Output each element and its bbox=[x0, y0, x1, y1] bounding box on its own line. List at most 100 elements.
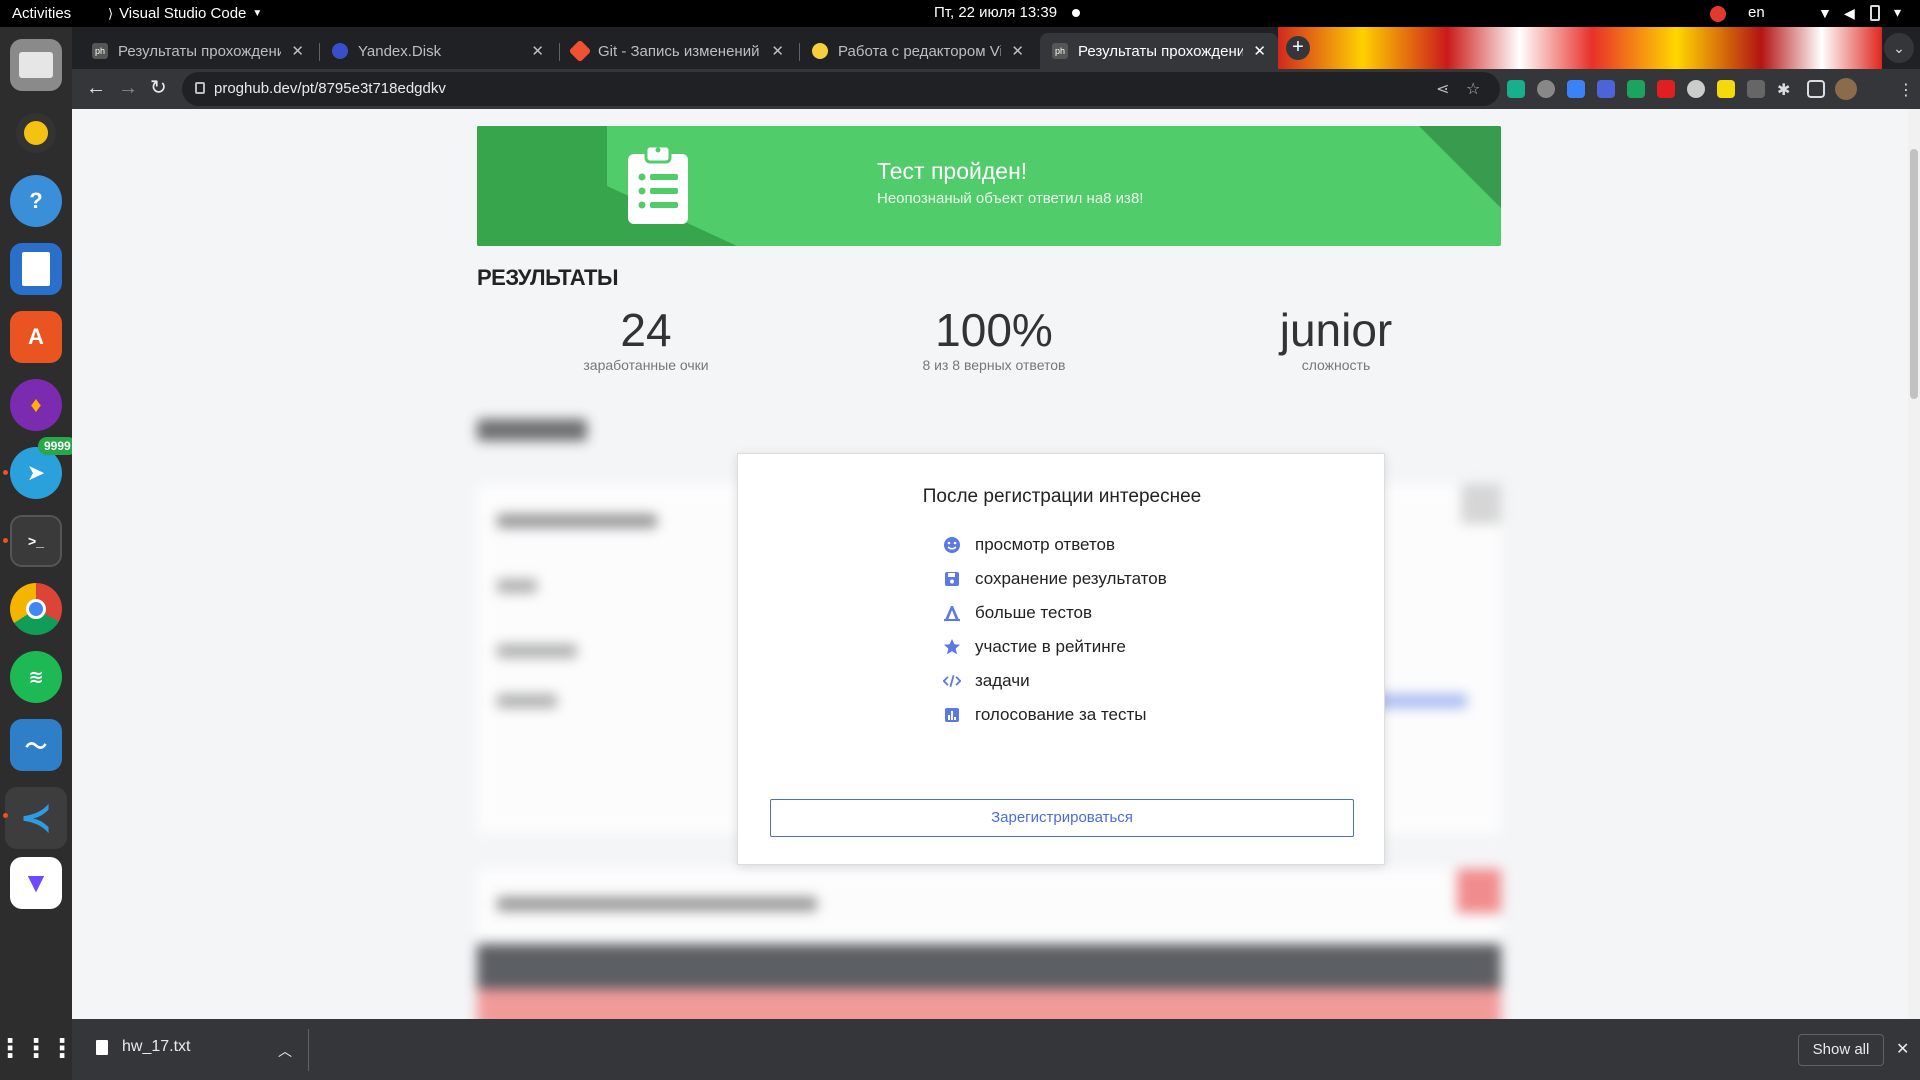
close-tab-icon[interactable]: ✕ bbox=[1253, 42, 1266, 60]
extension-yellow-icon[interactable] bbox=[1717, 80, 1735, 98]
browser-menu-icon[interactable]: ⋮ bbox=[1898, 80, 1916, 99]
show-all-button[interactable]: Show all bbox=[1798, 1034, 1884, 1066]
close-icon[interactable]: ✕ bbox=[1896, 1039, 1909, 1059]
feature-item: просмотр ответов bbox=[943, 535, 1115, 555]
feature-item: участие в рейтинге bbox=[943, 637, 1126, 657]
chevron-up-icon[interactable]: ︿ bbox=[278, 1041, 292, 1061]
register-button[interactable]: Зарегистрироваться bbox=[770, 799, 1354, 837]
stat-correct: 100% 8 из 8 верных ответов bbox=[824, 303, 1164, 373]
tab-results-active[interactable]: ph Результаты прохождения ✕ bbox=[1040, 33, 1278, 69]
feature-label: больше тестов bbox=[975, 603, 1093, 622]
downloads-bar: hw_17.txt ︿ Show all ✕ bbox=[72, 1019, 1920, 1080]
chart-icon bbox=[943, 706, 961, 724]
tab-results-1[interactable]: ph Результаты прохождения ✕ bbox=[80, 33, 316, 69]
running-indicator-icon bbox=[3, 813, 8, 818]
git-favicon-icon bbox=[568, 39, 592, 63]
vscode-icon[interactable]: ≺ bbox=[5, 787, 67, 849]
close-tab-icon[interactable]: ✕ bbox=[531, 42, 544, 60]
stat-caption: сложность bbox=[1301, 357, 1371, 373]
banner-subtitle: Неопознаный объект ответил на8 из8! bbox=[877, 190, 1144, 207]
telegram-icon[interactable]: ➤ 9999 bbox=[10, 437, 77, 499]
show-apps-icon[interactable]: ⋮⋮⋮ bbox=[0, 1022, 75, 1074]
url-text[interactable]: proghub.dev/pt/8795e3t718edgdkv bbox=[214, 80, 446, 97]
clock[interactable]: Пт, 22 июля 13:39 bbox=[934, 4, 1057, 21]
power-menu-icon[interactable]: ▾ bbox=[1894, 4, 1901, 21]
test-passed-banner: Тест пройден! Неопознаный объект ответил… bbox=[477, 126, 1501, 246]
save-icon bbox=[943, 570, 961, 588]
star-icon bbox=[943, 638, 961, 656]
tab-git[interactable]: Git - Запись изменений в ✕ bbox=[560, 33, 796, 69]
code-icon bbox=[943, 672, 961, 690]
rhythmbox-icon[interactable] bbox=[10, 107, 62, 159]
spotify-icon[interactable]: ≋ bbox=[10, 651, 62, 703]
stat-difficulty: junior сложность bbox=[1166, 303, 1506, 373]
extension-grammar-icon[interactable] bbox=[1507, 80, 1525, 98]
reload-icon[interactable]: ↻ bbox=[150, 78, 167, 98]
page-scrollbar[interactable] bbox=[1908, 109, 1920, 1019]
registration-modal: После регистрации интереснее просмотр от… bbox=[737, 453, 1385, 865]
battery-icon[interactable] bbox=[1870, 5, 1880, 21]
tests-icon bbox=[943, 604, 961, 622]
feature-item: сохранение результатов bbox=[943, 569, 1167, 589]
files-icon[interactable] bbox=[10, 39, 62, 91]
feature-label: участие в рейтинге bbox=[975, 637, 1126, 656]
feature-label: голосование за тесты bbox=[975, 705, 1147, 724]
tab-vim[interactable]: Работа с редактором Vim ✕ bbox=[800, 33, 1036, 69]
extension-speed-icon[interactable] bbox=[1687, 80, 1705, 98]
download-file-name: hw_17.txt bbox=[122, 1038, 191, 1055]
extension-translate-icon[interactable] bbox=[1597, 80, 1615, 98]
share-icon[interactable]: ⋖ bbox=[1436, 79, 1449, 99]
results-heading: РЕЗУЛЬТАТЫ bbox=[477, 265, 619, 290]
notification-dot-icon bbox=[1072, 9, 1080, 17]
running-indicator-icon bbox=[3, 470, 8, 475]
side-panel-icon[interactable] bbox=[1807, 80, 1825, 98]
terminal-icon[interactable]: >_ bbox=[10, 515, 62, 567]
app-menu[interactable]: ⟩ Visual Studio Code ▼ bbox=[108, 5, 262, 22]
feature-item: голосование за тесты bbox=[943, 705, 1147, 725]
close-tab-icon[interactable]: ✕ bbox=[771, 42, 784, 60]
yandex-disk-favicon-icon bbox=[332, 43, 348, 59]
browser-toolbar: ← → ↻ proghub.dev/pt/8795e3t718edgdkv ⋖ … bbox=[72, 69, 1920, 109]
tab-title: Результаты прохождения bbox=[1078, 42, 1244, 60]
extensions-puzzle-icon[interactable]: ✱ bbox=[1777, 80, 1795, 99]
new-tab-button[interactable]: + bbox=[1286, 36, 1310, 60]
system-top-bar: Activities ⟩ Visual Studio Code ▼ Пт, 22… bbox=[0, 0, 1920, 27]
tab-yandex-disk[interactable]: Yandex.Disk ✕ bbox=[320, 33, 556, 69]
smile-favicon-icon bbox=[812, 43, 828, 59]
proghub-favicon-icon: ph bbox=[1052, 43, 1068, 59]
record-indicator-icon[interactable] bbox=[1710, 6, 1726, 22]
extension-cloud-icon[interactable] bbox=[1567, 80, 1585, 98]
volume-icon[interactable]: ◀ bbox=[1844, 5, 1855, 22]
lock-icon[interactable] bbox=[195, 82, 205, 94]
extension-gray2-icon[interactable] bbox=[1747, 80, 1765, 98]
app-menu-label: Visual Studio Code bbox=[119, 5, 247, 22]
back-arrow-icon[interactable]: ← bbox=[86, 78, 106, 98]
system-monitor-icon[interactable]: 〜 bbox=[10, 719, 62, 771]
proghub-favicon-icon: ph bbox=[92, 43, 108, 59]
help-icon[interactable]: ? bbox=[10, 175, 62, 227]
wifi-icon[interactable]: ▼ bbox=[1818, 5, 1832, 21]
page-content: Тест пройден! Неопознаный объект ответил… bbox=[72, 109, 1908, 1019]
profile-avatar[interactable] bbox=[1835, 78, 1857, 100]
activities-button[interactable]: Activities bbox=[12, 5, 71, 22]
download-item[interactable]: hw_17.txt bbox=[96, 1038, 190, 1056]
forward-arrow-icon[interactable]: → bbox=[118, 78, 138, 98]
tab-title: Yandex.Disk bbox=[358, 42, 442, 60]
language-indicator[interactable]: en bbox=[1748, 4, 1765, 21]
close-tab-icon[interactable]: ✕ bbox=[1011, 42, 1024, 60]
proton-vpn-icon[interactable]: ▼ bbox=[10, 857, 62, 909]
feature-label: сохранение результатов bbox=[975, 569, 1167, 588]
extension-gray-icon[interactable] bbox=[1537, 80, 1555, 98]
firefox-dev-icon[interactable]: ♦ bbox=[10, 379, 62, 431]
scrollbar-thumb[interactable] bbox=[1910, 149, 1918, 399]
tab-title: Git - Запись изменений в bbox=[598, 42, 762, 60]
tab-search-button[interactable]: ⌄ bbox=[1884, 33, 1914, 63]
bookmark-star-icon[interactable]: ☆ bbox=[1466, 79, 1480, 99]
extension-shield-icon[interactable] bbox=[1627, 80, 1645, 98]
libreoffice-writer-icon[interactable] bbox=[10, 243, 62, 295]
extension-red-icon[interactable] bbox=[1657, 80, 1675, 98]
chrome-icon[interactable] bbox=[10, 583, 62, 635]
address-bar[interactable]: proghub.dev/pt/8795e3t718edgdkv ⋖ ☆ bbox=[182, 72, 1500, 106]
close-tab-icon[interactable]: ✕ bbox=[291, 42, 304, 60]
app-center-icon[interactable]: A bbox=[10, 311, 62, 363]
